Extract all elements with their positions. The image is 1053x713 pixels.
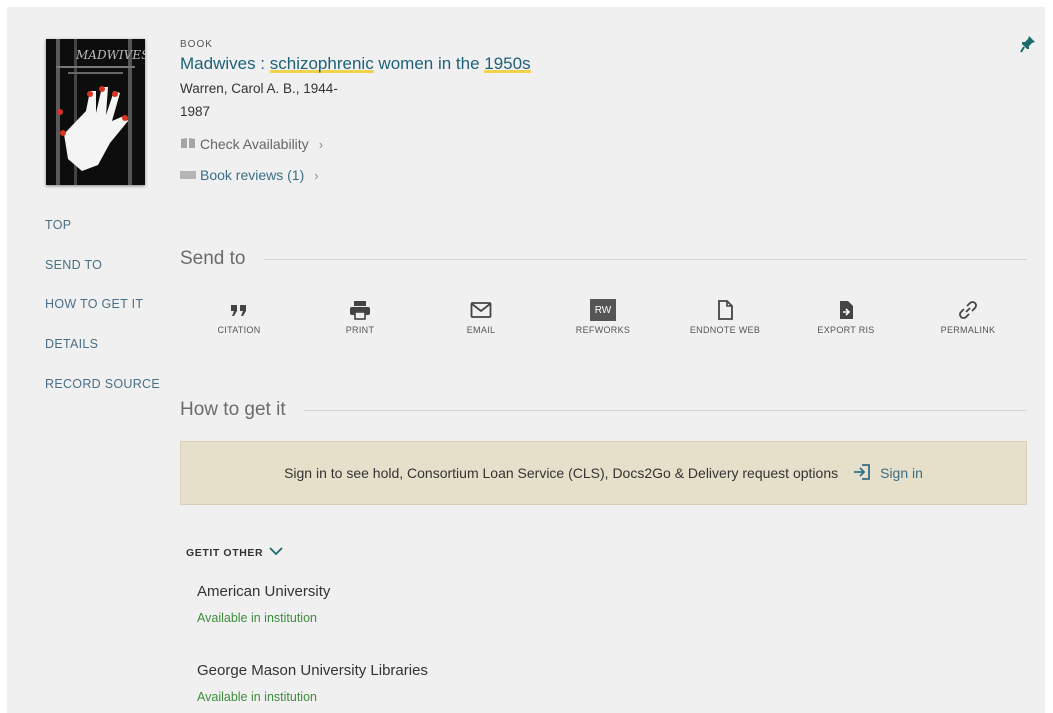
title-highlight: schizophrenic bbox=[269, 54, 374, 73]
availability-status: Available in institution bbox=[197, 611, 317, 625]
availability-status: Available in institution bbox=[197, 690, 317, 704]
book-reviews-label: Book reviews (1) bbox=[200, 167, 305, 183]
svg-text:MADWIVES: MADWIVES bbox=[75, 48, 145, 62]
send-to-heading: Send to bbox=[180, 248, 1027, 270]
print-label: PRINT bbox=[345, 325, 375, 335]
nav-details[interactable]: DETAILS bbox=[45, 337, 98, 351]
list-icon bbox=[180, 167, 196, 183]
record-title-link[interactable]: Madwives : schizophrenic women in the 19… bbox=[180, 54, 531, 74]
signin-label: Sign in bbox=[880, 465, 923, 481]
publication-year: 1987 bbox=[180, 104, 211, 119]
signin-link[interactable]: Sign in bbox=[852, 463, 923, 484]
chevron-right-icon: › bbox=[318, 136, 324, 152]
export-file-icon bbox=[796, 298, 896, 322]
refworks-icon: RW bbox=[553, 298, 653, 322]
divider bbox=[263, 258, 1027, 260]
nav-how-to-get-it[interactable]: HOW TO GET IT bbox=[45, 297, 143, 311]
resource-type: BOOK bbox=[180, 39, 213, 50]
how-to-get-it-heading-label: How to get it bbox=[180, 399, 286, 420]
quote-icon bbox=[189, 298, 289, 322]
permalink-button[interactable]: PERMALINK bbox=[918, 298, 1018, 335]
nav-record-source[interactable]: RECORD SOURCE bbox=[45, 377, 160, 391]
citation-label: CITATION bbox=[217, 325, 261, 335]
endnote-web-button[interactable]: ENDNOTE WEB bbox=[675, 298, 775, 335]
pin-icon[interactable] bbox=[1020, 35, 1036, 58]
envelope-icon bbox=[431, 298, 531, 322]
send-to-heading-label: Send to bbox=[180, 248, 246, 269]
institution-name[interactable]: American University bbox=[197, 583, 330, 600]
title-highlight: 1950s bbox=[484, 54, 531, 73]
signin-banner: Sign in to see hold, Consortium Loan Ser… bbox=[180, 441, 1027, 505]
record-panel bbox=[7, 7, 1045, 713]
export-ris-button[interactable]: EXPORT RIS bbox=[796, 298, 896, 335]
how-to-get-it-heading: How to get it bbox=[180, 399, 1027, 421]
citation-button[interactable]: CITATION bbox=[189, 298, 289, 335]
title-text: Madwives : bbox=[180, 54, 270, 73]
email-label: EMAIL bbox=[466, 325, 496, 335]
chevron-down-icon bbox=[269, 547, 283, 559]
divider bbox=[303, 409, 1027, 411]
institution-name[interactable]: George Mason University Libraries bbox=[197, 662, 428, 679]
title-text: women in the bbox=[373, 54, 485, 73]
author: Warren, Carol A. B., 1944- bbox=[180, 81, 338, 96]
link-icon bbox=[918, 298, 1018, 322]
nav-top[interactable]: TOP bbox=[45, 218, 71, 232]
getit-other-toggle[interactable]: GETIT OTHER bbox=[186, 547, 283, 559]
signin-message: Sign in to see hold, Consortium Loan Ser… bbox=[284, 465, 839, 481]
print-button[interactable]: PRINT bbox=[310, 298, 410, 335]
refworks-label: REFWORKS bbox=[575, 325, 631, 335]
book-cover-thumbnail[interactable]: MADWIVES bbox=[46, 39, 145, 185]
book-reviews-link[interactable]: Book reviews (1) › bbox=[180, 167, 319, 183]
nav-send-to[interactable]: SEND TO bbox=[45, 258, 102, 272]
chevron-right-icon: › bbox=[314, 167, 319, 183]
permalink-label: PERMALINK bbox=[940, 325, 996, 335]
sign-in-icon bbox=[852, 463, 872, 484]
getit-other-label: GETIT OTHER bbox=[186, 547, 264, 559]
email-button[interactable]: EMAIL bbox=[431, 298, 531, 335]
refworks-button[interactable]: RW REFWORKS bbox=[553, 298, 653, 335]
check-availability-label: Check Availability bbox=[200, 136, 309, 152]
check-availability-link[interactable]: Check Availability › bbox=[180, 136, 323, 152]
document-icon bbox=[675, 298, 775, 322]
printer-icon bbox=[310, 298, 410, 322]
book-open-icon bbox=[180, 136, 196, 152]
endnote-web-label: ENDNOTE WEB bbox=[689, 325, 761, 335]
export-ris-label: EXPORT RIS bbox=[817, 325, 875, 335]
